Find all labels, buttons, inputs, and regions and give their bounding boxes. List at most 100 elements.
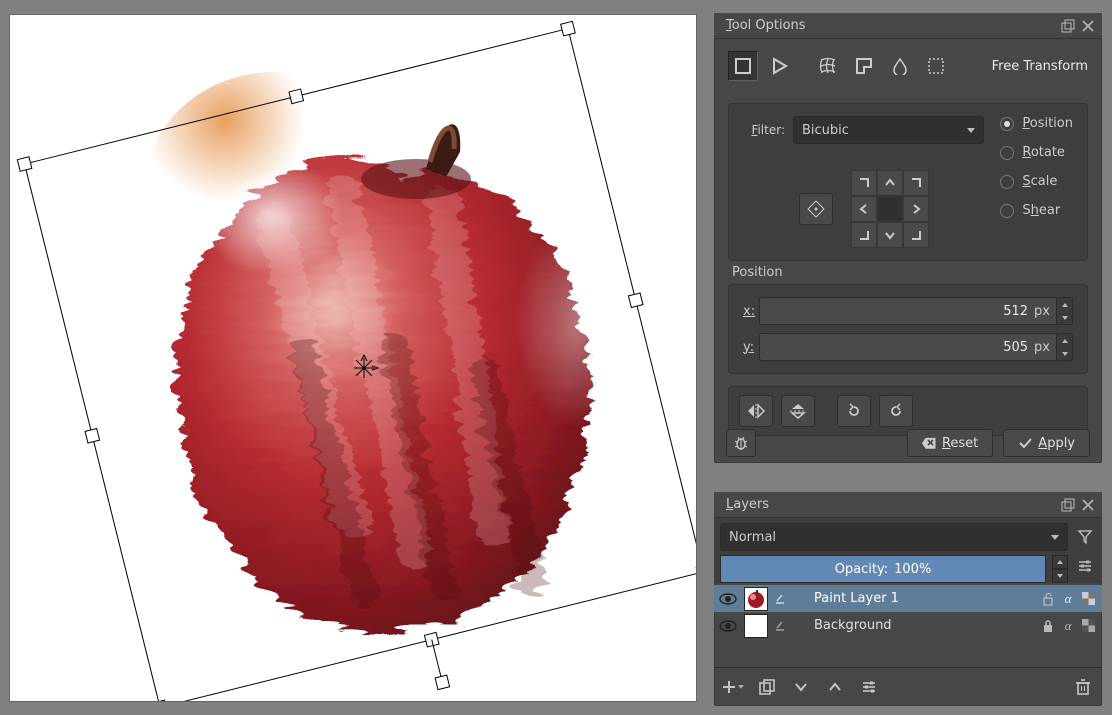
visibility-toggle[interactable]: [718, 589, 738, 609]
reset-button[interactable]: Reset: [907, 429, 993, 457]
radio-rotate[interactable]: Rotate: [1000, 145, 1073, 160]
lock-toggle[interactable]: [1040, 591, 1056, 607]
flip-horizontal-button[interactable]: [739, 395, 773, 427]
mode-mesh-button[interactable]: [922, 52, 950, 80]
y-step-up[interactable]: [1056, 334, 1072, 347]
x-step-down[interactable]: [1056, 311, 1072, 324]
filter-combobox[interactable]: Bicubic: [793, 116, 984, 144]
tool-options-title: Tool Options: [726, 18, 1058, 33]
mode-warp-button[interactable]: [814, 52, 842, 80]
position-heading: Position: [728, 265, 1088, 280]
x-step-up[interactable]: [1056, 298, 1072, 311]
close-panel-button[interactable]: [1078, 495, 1098, 515]
y-unit: px: [1034, 340, 1056, 355]
float-panel-button[interactable]: [1058, 495, 1078, 515]
layer-name[interactable]: Background: [792, 618, 1034, 633]
trash-icon: [1076, 679, 1090, 695]
inherit-alpha-icon: [1082, 619, 1095, 632]
visibility-toggle[interactable]: [718, 616, 738, 636]
anchor-left[interactable]: [851, 196, 877, 222]
anchor-bottom-left[interactable]: [851, 222, 877, 248]
add-layer-button[interactable]: [722, 676, 744, 698]
lock-open-icon: [1042, 592, 1054, 606]
opacity-slider[interactable]: Opacity: 100%: [720, 555, 1046, 583]
move-layer-up-button[interactable]: [824, 676, 846, 698]
inherit-alpha-toggle[interactable]: [1080, 591, 1096, 607]
alpha-toggle[interactable]: α: [1060, 618, 1076, 634]
alpha-icon: α: [1065, 618, 1072, 634]
blend-mode-combobox[interactable]: Normal: [720, 523, 1068, 551]
lock-closed-icon: [1042, 619, 1054, 633]
sliders-icon: [1077, 558, 1093, 574]
delete-layer-button[interactable]: [1072, 676, 1094, 698]
layers-panel: Layers Normal Opacity:: [714, 492, 1102, 706]
move-layer-down-button[interactable]: [790, 676, 812, 698]
chevron-down-icon: [967, 128, 975, 133]
canvas-image: [138, 72, 618, 626]
rotate-ccw-button[interactable]: [837, 395, 871, 427]
anchor-bottom[interactable]: [877, 222, 903, 248]
layer-kind-icon: [774, 593, 786, 605]
radio-shear[interactable]: Shear: [1000, 203, 1073, 218]
layer-list: Paint Layer 1 α: [714, 585, 1102, 639]
crosshair-icon: [807, 200, 825, 218]
radio-scale[interactable]: Scale: [1000, 174, 1073, 189]
layer-settings-button[interactable]: [1074, 555, 1096, 577]
anchor-center-button[interactable]: [799, 193, 833, 225]
liquify-drop-icon: [891, 57, 909, 75]
close-panel-button[interactable]: [1078, 16, 1098, 36]
rotate-cw-button[interactable]: [879, 395, 913, 427]
anchor-top[interactable]: [877, 170, 903, 196]
y-spinbox[interactable]: px: [759, 333, 1073, 361]
float-panel-button[interactable]: [1058, 16, 1078, 36]
lock-toggle[interactable]: [1040, 618, 1056, 634]
plus-icon: [722, 680, 736, 694]
x-spinbox[interactable]: px: [759, 297, 1073, 325]
eye-icon: [719, 620, 737, 632]
opacity-value: 100%: [894, 562, 931, 577]
filter-layers-button[interactable]: [1074, 526, 1096, 548]
radio-scale-label: Scale: [1022, 174, 1057, 189]
x-input[interactable]: [760, 298, 1034, 324]
mode-cage-button[interactable]: [850, 52, 878, 80]
layer-row[interactable]: Background α: [714, 612, 1102, 639]
y-input[interactable]: [760, 334, 1034, 360]
radio-shear-label: Shear: [1022, 203, 1060, 218]
apply-label: Apply: [1038, 436, 1075, 451]
x-unit: px: [1034, 304, 1056, 319]
anchor-bottom-right[interactable]: [903, 222, 929, 248]
flip-vertical-button[interactable]: [781, 395, 815, 427]
float-panel-icon: [1061, 19, 1075, 33]
layer-name[interactable]: Paint Layer 1: [792, 591, 1034, 606]
layer-thumbnail: [744, 614, 768, 638]
layer-row[interactable]: Paint Layer 1 α: [714, 585, 1102, 612]
y-step-down[interactable]: [1056, 347, 1072, 360]
apply-button[interactable]: Apply: [1003, 429, 1090, 457]
alpha-toggle[interactable]: α: [1060, 591, 1076, 607]
debug-button[interactable]: [726, 429, 756, 457]
mode-liquify-button[interactable]: [886, 52, 914, 80]
alpha-icon: α: [1065, 591, 1072, 607]
anchor-center[interactable]: [877, 196, 903, 222]
mode-free-transform-button[interactable]: [728, 51, 758, 81]
opacity-step-up[interactable]: [1052, 555, 1068, 569]
anchor-top-right[interactable]: [903, 170, 929, 196]
duplicate-layer-button[interactable]: [756, 676, 778, 698]
anchor-right[interactable]: [903, 196, 929, 222]
chevron-down-icon: [794, 681, 808, 693]
mesh-dotted-rect-icon: [927, 57, 945, 75]
opacity-step-down[interactable]: [1052, 569, 1068, 583]
mode-perspective-button[interactable]: [766, 52, 794, 80]
radio-position[interactable]: Position: [1000, 116, 1073, 131]
inherit-alpha-icon: [1082, 592, 1095, 605]
inherit-alpha-toggle[interactable]: [1080, 618, 1096, 634]
canvas-area[interactable]: [10, 15, 696, 701]
rotate-cw-icon: [887, 402, 905, 420]
x-label: x:: [743, 304, 753, 319]
backspace-icon: [922, 437, 936, 449]
transform-mode-name: Free Transform: [992, 59, 1088, 74]
check-icon: [1018, 437, 1032, 449]
filter-label: Filter:: [743, 123, 785, 137]
anchor-top-left[interactable]: [851, 170, 877, 196]
layer-properties-button[interactable]: [858, 676, 880, 698]
